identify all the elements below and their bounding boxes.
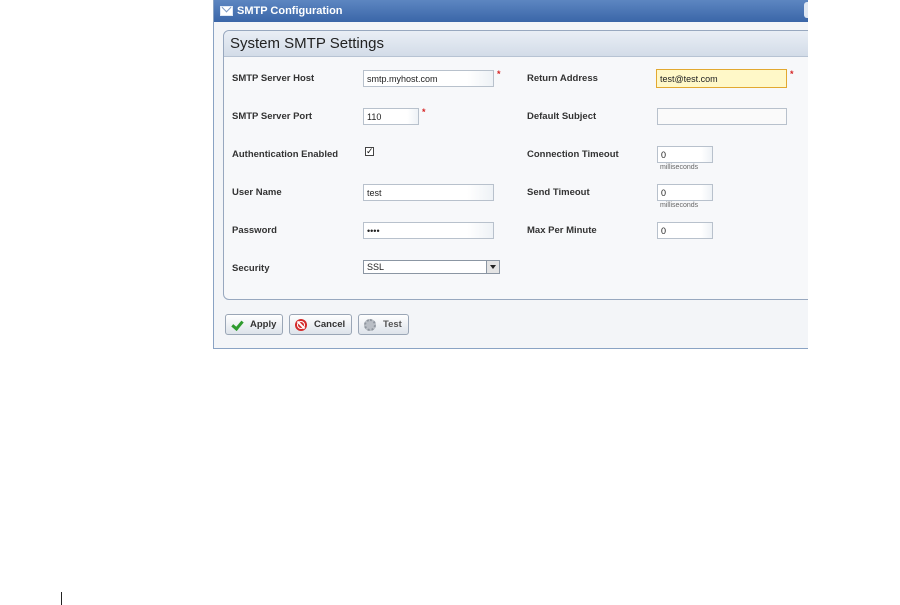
password-input[interactable]: •••• xyxy=(363,222,494,239)
page-margin-mark xyxy=(61,592,62,605)
smtp-server-port-input[interactable]: 110 xyxy=(363,108,419,125)
send-timeout-input[interactable]: 0 xyxy=(657,184,713,201)
window-title: SMTP Configuration xyxy=(237,5,343,17)
smtp-server-port-label: SMTP Server Port xyxy=(232,111,313,122)
window-titlebar: SMTP Configuration xyxy=(214,0,808,22)
required-marker: * xyxy=(790,69,794,79)
window-control-button[interactable] xyxy=(804,2,808,18)
required-marker: * xyxy=(497,69,501,79)
connection-timeout-label: Connection Timeout xyxy=(527,149,619,160)
send-timeout-unit: milliseconds xyxy=(660,202,699,209)
return-address-label: Return Address xyxy=(527,73,598,84)
security-selected-value: SSL xyxy=(367,262,385,272)
smtp-server-host-input[interactable]: smtp.myhost.com xyxy=(363,70,494,87)
send-timeout-label: Send Timeout xyxy=(527,187,590,198)
max-per-minute-label: Max Per Minute xyxy=(527,225,597,236)
chevron-down-icon[interactable] xyxy=(486,261,499,273)
test-button-label: Test xyxy=(383,319,402,330)
default-subject-label: Default Subject xyxy=(527,111,597,122)
required-marker: * xyxy=(422,107,426,117)
panel-title: System SMTP Settings xyxy=(224,31,808,57)
default-subject-input[interactable] xyxy=(657,108,787,125)
cancel-button[interactable]: Cancel xyxy=(289,314,353,335)
security-select[interactable]: SSL xyxy=(363,260,500,274)
smtp-configuration-window: SMTP Configuration System SMTP Settings … xyxy=(213,0,808,349)
cancel-icon xyxy=(295,318,307,331)
user-name-input[interactable]: test xyxy=(363,184,494,201)
connection-timeout-input[interactable]: 0 xyxy=(657,146,713,163)
check-icon xyxy=(231,319,243,331)
max-per-minute-input[interactable]: 0 xyxy=(657,222,713,239)
password-label: Password xyxy=(232,225,277,236)
test-button[interactable]: Test xyxy=(358,314,409,335)
mail-icon xyxy=(220,6,233,16)
cancel-button-label: Cancel xyxy=(314,319,346,330)
gear-icon xyxy=(364,318,376,331)
smtp-server-host-label: SMTP Server Host xyxy=(232,73,315,84)
authentication-enabled-checkbox[interactable]: ✓ xyxy=(365,147,374,156)
connection-timeout-unit: milliseconds xyxy=(660,164,699,171)
security-label: Security xyxy=(232,263,270,274)
return-address-input[interactable]: test@test.com xyxy=(656,69,787,88)
user-name-label: User Name xyxy=(232,187,282,198)
apply-button[interactable]: Apply xyxy=(225,314,284,335)
apply-button-label: Apply xyxy=(250,319,277,330)
authentication-enabled-label: Authentication Enabled xyxy=(232,149,339,160)
